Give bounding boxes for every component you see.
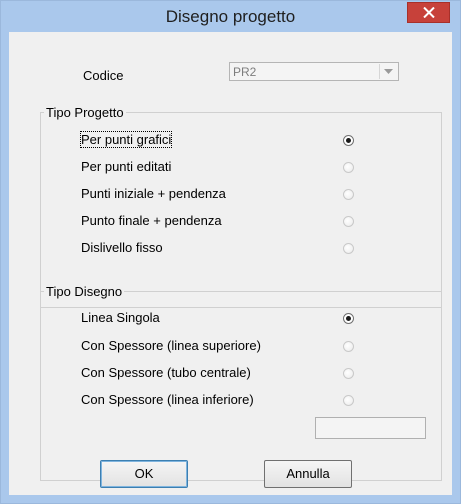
option-spessore-linea-inferiore-label[interactable]: Con Spessore (linea inferiore) — [81, 392, 254, 407]
option-spessore-tubo-centrale-label[interactable]: Con Spessore (tubo centrale) — [81, 365, 251, 380]
tipo-disegno-legend: Tipo Disegno — [44, 284, 125, 299]
ok-mnemonic: O — [134, 466, 145, 481]
option-punto-finale-pendenza-label[interactable]: Punto finale + pendenza — [81, 213, 222, 228]
window-title: Disegno progetto — [165, 7, 296, 26]
option-linea-singola-label[interactable]: Linea Singola — [81, 310, 160, 325]
radio-punto-finale-pendenza[interactable] — [343, 216, 354, 227]
radio-linea-singola[interactable] — [343, 313, 354, 324]
ok-button[interactable]: OK — [100, 460, 188, 488]
title-bar[interactable]: Disegno progetto — [1, 1, 460, 32]
option-dislivello-fisso-label[interactable]: Dislivello fisso — [81, 240, 163, 255]
cancel-mnemonic: A — [286, 466, 295, 481]
radio-punti-iniziale-pendenza[interactable] — [343, 189, 354, 200]
radio-dislivello-fisso[interactable] — [343, 243, 354, 254]
radio-spessore-linea-superiore[interactable] — [343, 341, 354, 352]
codice-dropdown-button[interactable] — [379, 64, 397, 79]
ok-label-rest: K — [144, 466, 154, 481]
close-button[interactable] — [407, 2, 450, 23]
close-icon — [423, 7, 435, 18]
option-per-punti-editati-label[interactable]: Per punti editati — [81, 159, 171, 174]
codice-combobox[interactable]: PR2 — [229, 62, 399, 81]
option-per-punti-grafici-label[interactable]: Per punti grafici — [79, 131, 173, 148]
codice-value: PR2 — [233, 65, 257, 79]
thickness-input[interactable] — [315, 417, 426, 439]
option-punti-iniziale-pendenza-label[interactable]: Punti iniziale + pendenza — [81, 186, 226, 201]
radio-spessore-tubo-centrale[interactable] — [343, 368, 354, 379]
radio-per-punti-editati[interactable] — [343, 162, 354, 173]
dialog-window: Disegno progetto Codice PR2 Tipo Progett… — [0, 0, 461, 504]
radio-per-punti-grafici[interactable] — [343, 135, 354, 146]
codice-label: Codice — [83, 68, 124, 83]
dialog-body: Codice PR2 Tipo Progetto Per punti grafi… — [9, 32, 452, 495]
cancel-button[interactable]: Annulla — [264, 460, 352, 488]
cancel-label-rest: nnulla — [294, 466, 330, 481]
option-spessore-linea-superiore-label[interactable]: Con Spessore (linea superiore) — [81, 338, 261, 353]
tipo-progetto-legend: Tipo Progetto — [44, 105, 126, 120]
radio-spessore-linea-inferiore[interactable] — [343, 395, 354, 406]
chevron-down-icon — [384, 69, 393, 74]
